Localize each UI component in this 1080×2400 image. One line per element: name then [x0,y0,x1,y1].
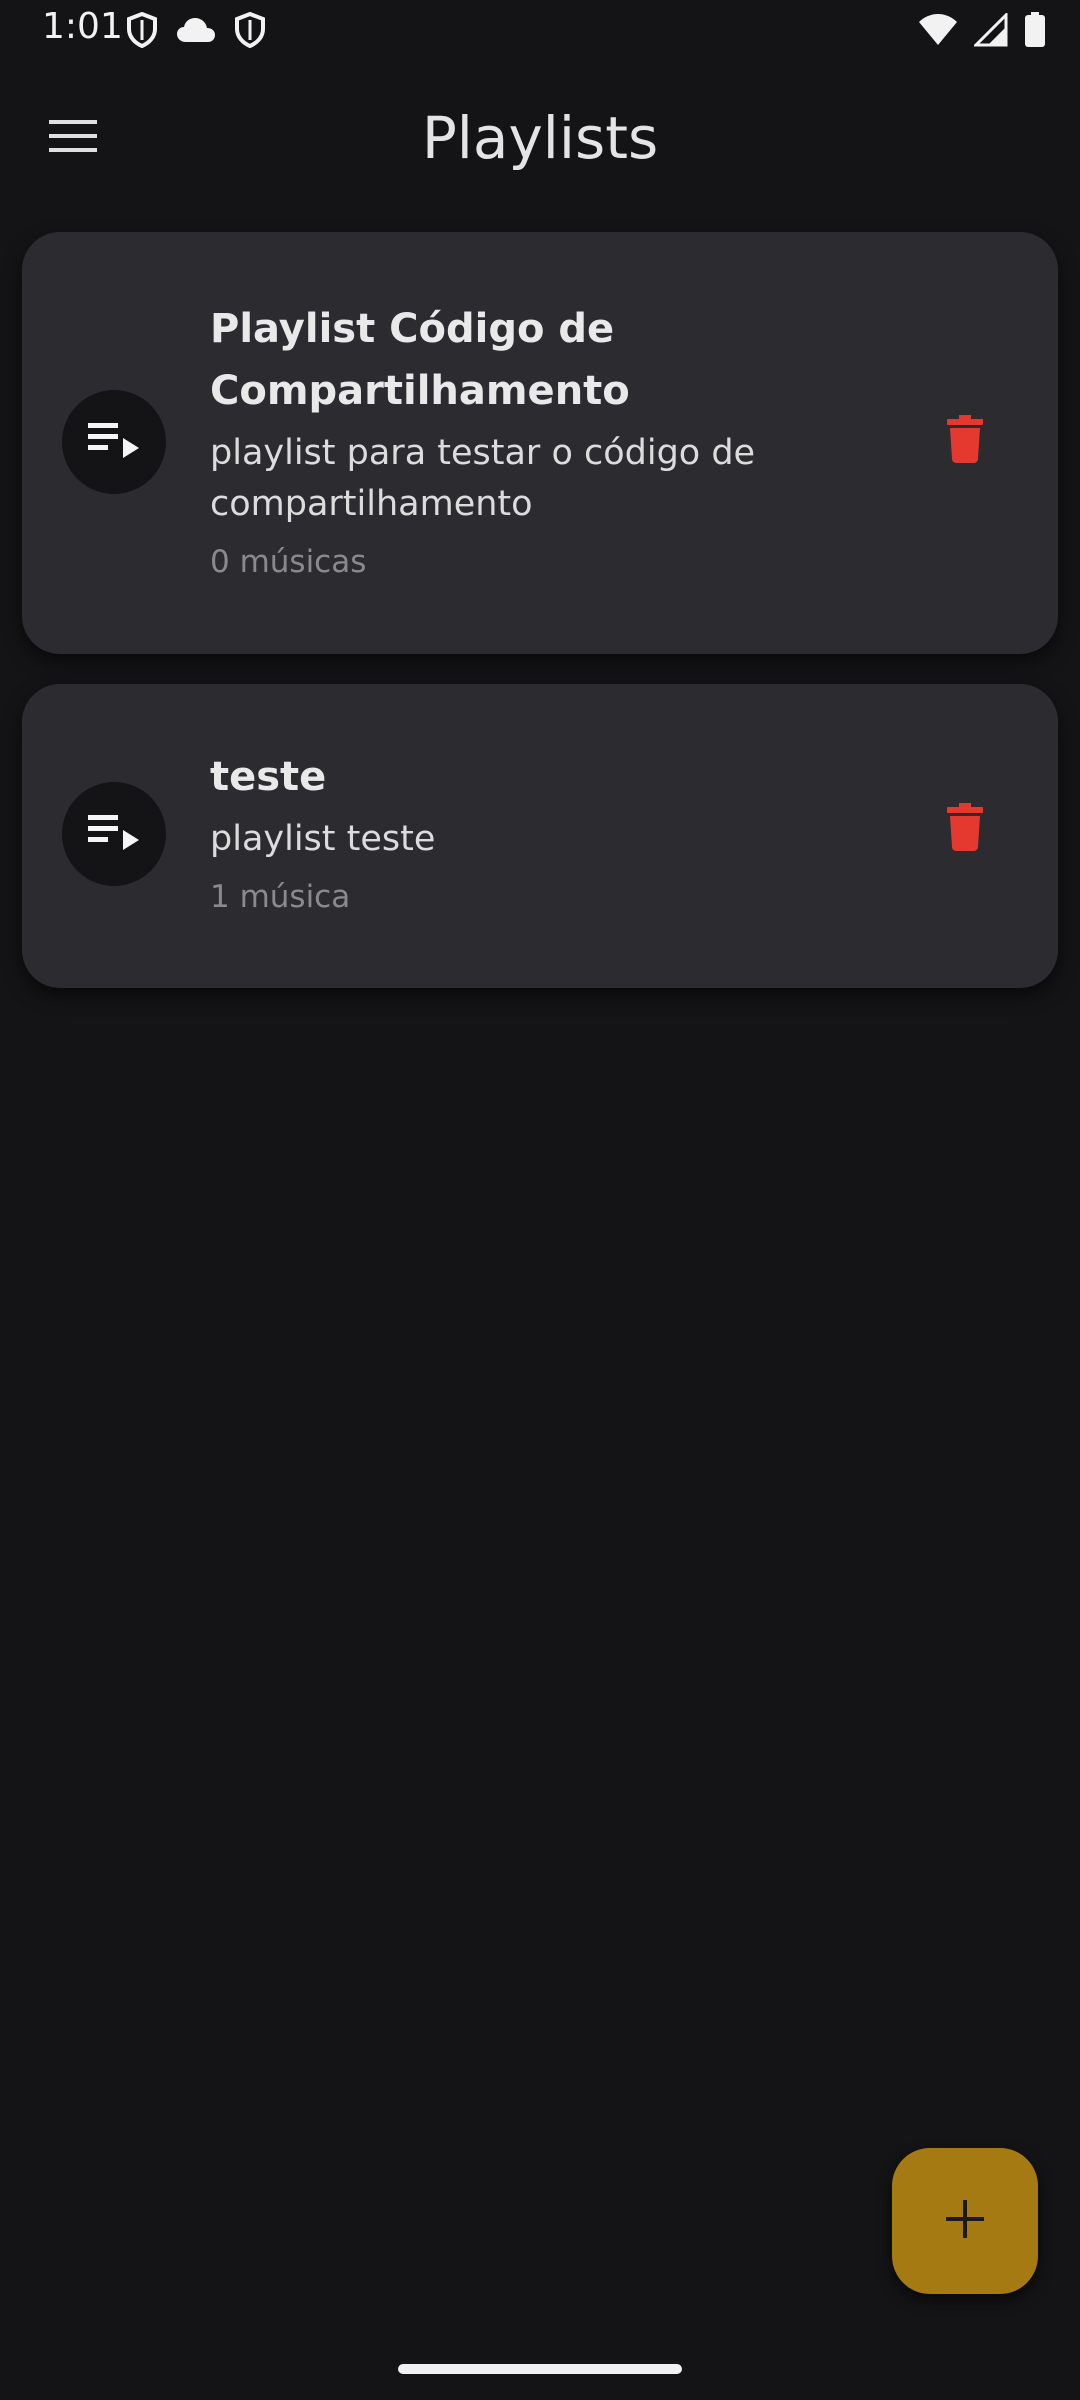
playlist-info: Playlist Código de Compartilhamento play… [210,298,860,582]
playlist-avatar [62,782,166,886]
shield-icon [126,11,158,52]
wifi-icon [918,13,958,51]
add-playlist-button[interactable] [892,2148,1038,2294]
playlist-title: teste [210,754,327,800]
delete-playlist-button[interactable] [920,784,1010,874]
playlist-description: playlist teste [210,819,436,859]
battery-icon [1024,12,1046,52]
playlist-info: teste playlist teste 1 música [210,746,860,917]
status-notification-icons [126,11,266,52]
status-time: 1:01 [42,6,123,47]
delete-playlist-button[interactable] [920,396,1010,486]
playlist-play-icon [88,813,140,855]
playlist-song-count: 0 músicas [210,544,367,580]
cellular-signal-icon [972,11,1008,51]
screen: 1:01 Playlists Playlist Código de Compar… [0,0,1080,2400]
playlist-song-count: 1 música [210,879,351,915]
status-system-icons [918,11,1046,52]
playlist-avatar [62,390,166,494]
trash-icon [947,803,983,855]
plus-icon [945,2199,985,2243]
playlist-description: playlist para testar o código de compart… [210,433,756,524]
shield-icon [234,11,266,52]
status-bar: 1:01 [0,0,1080,62]
home-gesture-handle[interactable] [398,2364,682,2374]
playlist-card[interactable]: teste playlist teste 1 música [22,684,1058,988]
playlist-title: Playlist Código de Compartilhamento [210,306,630,414]
playlist-play-icon [88,421,140,463]
cloud-icon [176,16,216,48]
playlist-card[interactable]: Playlist Código de Compartilhamento play… [22,232,1058,654]
page-title: Playlists [421,104,659,172]
app-bar: Playlists [0,80,1080,196]
trash-icon [947,415,983,467]
